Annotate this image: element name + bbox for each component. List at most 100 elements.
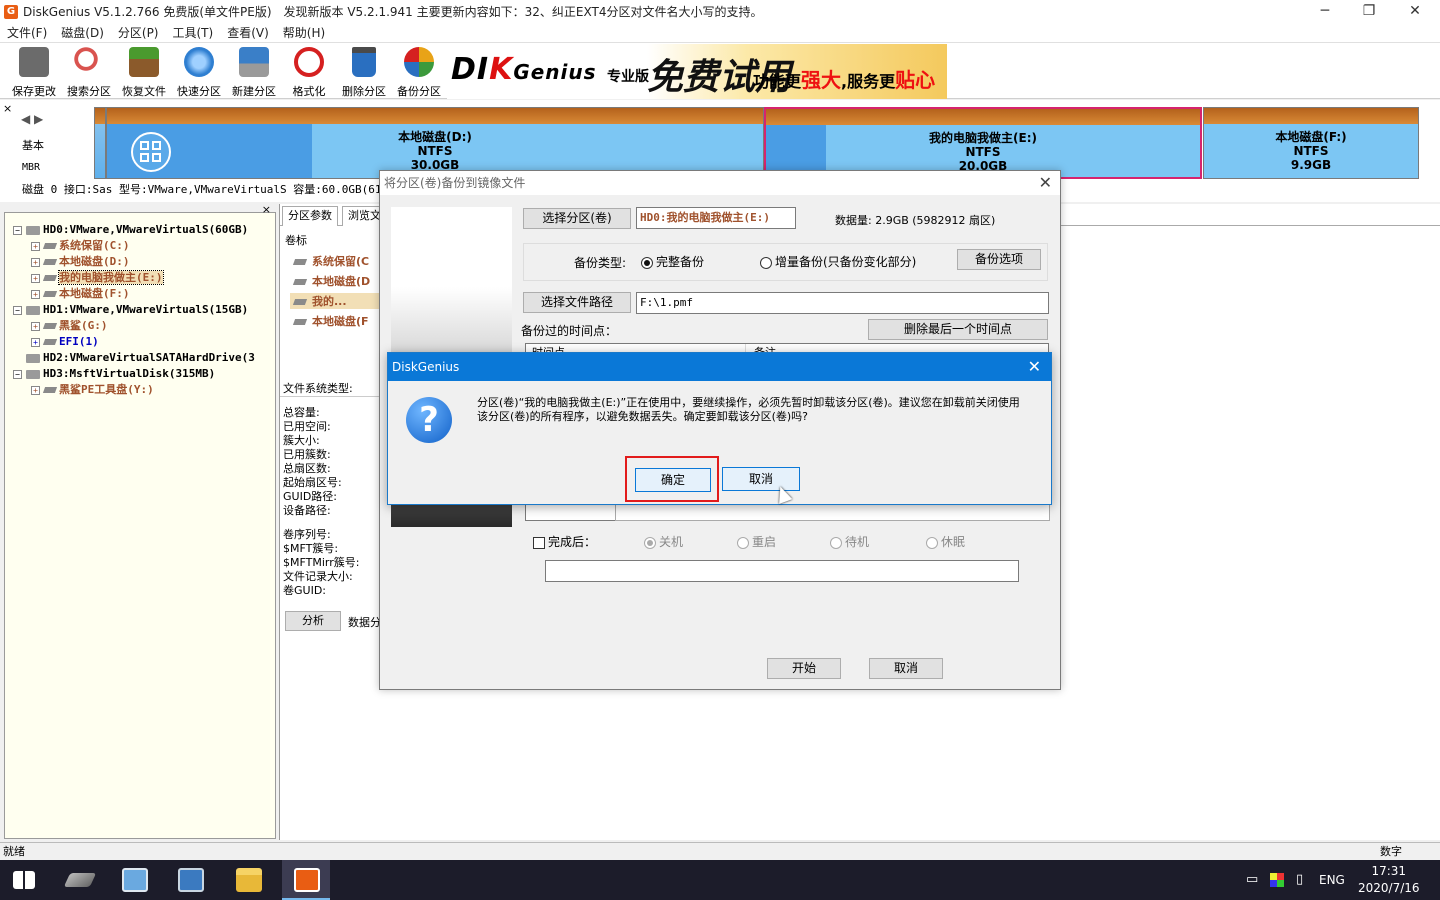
list-item[interactable]: 系统保留(C xyxy=(292,253,369,269)
backup-options-button[interactable]: 备份选项 xyxy=(957,249,1041,270)
save-changes-button[interactable]: 保存更改 xyxy=(7,47,61,99)
delete-partition-icon xyxy=(352,47,376,77)
delete-last-timepoint-button[interactable]: 删除最后一个时间点 xyxy=(868,319,1048,340)
disk-map-close-button[interactable]: × xyxy=(3,102,12,115)
edition-label: 专业版 xyxy=(607,69,649,85)
disk-nav-arrows-icon[interactable]: ◀ ▶ xyxy=(21,112,43,126)
close-button[interactable]: ✕ xyxy=(1392,0,1438,23)
tree-item-local-f[interactable]: + 本地磁盘(F:) xyxy=(31,286,130,302)
recover-icon xyxy=(129,47,159,77)
partition-block-e[interactable]: 我的电脑我做主(E:) NTFS 20.0GB xyxy=(764,107,1202,179)
confirm-unmount-dialog: DiskGenius ✕ ? 分区(卷)“我的电脑我做主(E:)”正在使用中，要… xyxy=(387,352,1052,505)
search-partition-button[interactable]: 搜索分区 xyxy=(62,47,116,99)
color-tray-icon[interactable] xyxy=(1270,873,1284,887)
update-notice[interactable]: 发现新版本 V5.2.1.941 主要更新内容如下：32、纠正EXT4分区对文件… xyxy=(284,3,763,20)
brand-logo: DIKGenius xyxy=(451,52,597,87)
partition-icon xyxy=(42,243,58,249)
menu-file[interactable]: 文件(F) xyxy=(0,24,54,41)
shutdown-radio[interactable]: 关机 xyxy=(644,533,683,550)
backup-dialog-title: 将分区(卷)备份到镜像文件 xyxy=(380,171,1060,195)
quick-partition-button[interactable]: 快速分区 xyxy=(172,47,226,99)
search-icon xyxy=(74,47,104,77)
partition-block-system-reserved[interactable] xyxy=(94,107,106,179)
status-ready: 就绪 xyxy=(3,845,25,858)
list-item[interactable]: 本地磁盘(D xyxy=(292,273,370,289)
restart-radio[interactable]: 重启 xyxy=(737,533,776,550)
taskbar-file-explorer[interactable] xyxy=(224,860,272,900)
partition-icon xyxy=(292,279,308,285)
data-size-label: 数据量: 2.9GB (5982912 扇区) xyxy=(835,214,996,227)
promo-banner[interactable]: DIKGenius 专业版 免费试用 功能更强大,服务更贴心 xyxy=(447,44,947,99)
data-distribution-label: 数据分 xyxy=(348,616,381,629)
hibernate-radio[interactable]: 休眠 xyxy=(926,533,965,550)
disk-selector: × ◀ ▶ 基本 MBR xyxy=(0,100,94,180)
tree-item-local-d[interactable]: + 本地磁盘(D:) xyxy=(31,254,130,270)
partition-block-d[interactable]: 本地磁盘(D:) NTFS 30.0GB xyxy=(106,107,764,179)
start-button[interactable] xyxy=(0,860,48,900)
tree-item-hd0[interactable]: − HD0:VMware,VMwareVirtualS(60GB) xyxy=(13,222,248,238)
app-logo-icon: G xyxy=(4,4,18,19)
tree-item-efi[interactable]: + EFI(1) xyxy=(31,334,99,350)
taskbar-diskgenius[interactable] xyxy=(282,860,330,900)
select-partition-button[interactable]: 选择分区(卷) xyxy=(523,208,631,229)
restore-button[interactable]: ❐ xyxy=(1346,0,1392,23)
system-clock[interactable]: 17:31 2020/7/16 xyxy=(1358,863,1420,897)
tree-item-system-reserved[interactable]: + 系统保留(C:) xyxy=(31,238,130,254)
partition-block-f[interactable]: 本地磁盘(F:) NTFS 9.9GB xyxy=(1203,107,1419,179)
tree-item-pe-y[interactable]: + 黑鲨PE工具盘(Y:) xyxy=(31,382,154,398)
standby-radio[interactable]: 待机 xyxy=(830,533,869,550)
partition-icon xyxy=(42,291,58,297)
minimize-button[interactable]: ─ xyxy=(1302,0,1348,23)
menu-help[interactable]: 帮助(H) xyxy=(276,24,332,41)
window-title: DiskGenius V5.1.2.766 免费版(单文件PE版) xyxy=(23,5,272,19)
menu-tools[interactable]: 工具(T) xyxy=(166,24,221,41)
after-complete-checkbox[interactable]: 完成后： xyxy=(533,533,596,550)
file-path-input[interactable]: F:\1.pmf xyxy=(636,292,1049,314)
backup-partition-button[interactable]: 备份分区 xyxy=(392,47,446,99)
analyze-button[interactable]: 分析 xyxy=(285,611,341,631)
start-button[interactable]: 开始 xyxy=(767,658,841,679)
tree-item-local-e[interactable]: + 我的电脑我做主(E:) xyxy=(31,270,164,286)
tree-item-hd1[interactable]: − HD1:VMware,VMwareVirtualS(15GB) xyxy=(13,302,248,318)
incremental-backup-radio[interactable]: 增量备份(只备份变化部分) xyxy=(760,253,916,270)
taskbar-disk-tool[interactable] xyxy=(55,860,103,900)
title-bar: G DiskGenius V5.1.2.766 免费版(单文件PE版) 发现新版… xyxy=(0,0,1440,23)
language-indicator[interactable]: ENG xyxy=(1319,860,1345,900)
ok-button-highlight: 确定 xyxy=(625,456,719,502)
select-file-path-button[interactable]: 选择文件路径 xyxy=(523,292,631,313)
folder-icon xyxy=(236,868,262,892)
disk-type-label: 基本 xyxy=(22,139,44,152)
backup-cancel-button[interactable]: 取消 xyxy=(869,658,943,679)
partition-style-label: MBR xyxy=(22,162,41,173)
list-item[interactable]: 本地磁盘(F xyxy=(292,313,369,329)
partition-icon xyxy=(42,259,58,265)
tree-close-button[interactable]: × xyxy=(262,203,271,216)
partition-icon xyxy=(42,323,58,329)
partition-icon xyxy=(42,387,58,393)
confirm-dialog-close-button[interactable]: ✕ xyxy=(1028,353,1041,381)
tab-partition-params[interactable]: 分区参数 xyxy=(282,206,338,226)
menu-partition[interactable]: 分区(P) xyxy=(111,24,166,41)
usb-tray-icon[interactable]: ▯ xyxy=(1296,860,1303,900)
slogan: 功能更强大,服务更贴心 xyxy=(753,68,936,92)
tree-item-heisha-g[interactable]: + 黑鲨(G:) xyxy=(31,318,108,334)
delete-partition-button[interactable]: 删除分区 xyxy=(337,47,391,99)
format-button[interactable]: 格式化 xyxy=(282,47,336,99)
menu-view[interactable]: 查看(V) xyxy=(220,24,276,41)
ok-button[interactable]: 确定 xyxy=(635,468,711,492)
disk-tool-icon xyxy=(63,873,97,887)
confirm-message: 分区(卷)“我的电脑我做主(E:)”正在使用中，要继续操作，必须先暂时卸载该分区… xyxy=(477,396,1020,423)
recover-files-button[interactable]: 恢复文件 xyxy=(117,47,171,99)
tree-item-hd2[interactable]: +HD2:VMwareVirtualSATAHardDrive(3 xyxy=(13,350,255,366)
new-partition-button[interactable]: 新建分区 xyxy=(227,47,281,99)
network-tray-icon[interactable]: ▭ xyxy=(1246,860,1258,900)
menu-disk[interactable]: 磁盘(D) xyxy=(54,24,111,41)
full-backup-radio[interactable]: 完整备份 xyxy=(641,253,704,270)
taskbar-computer[interactable] xyxy=(110,860,158,900)
tree-item-hd3[interactable]: − HD3:MsftVirtualDisk(315MB) xyxy=(13,366,215,382)
backup-dialog-close-button[interactable]: ✕ xyxy=(1039,173,1052,192)
taskbar-network-computer[interactable] xyxy=(166,860,214,900)
volume-label-header: 卷标 xyxy=(285,234,307,247)
list-item[interactable]: 我的... xyxy=(290,293,380,309)
disk-map: × ◀ ▶ 基本 MBR 本地磁盘(D:) NTFS 30.0GB 我的电脑我做… xyxy=(0,100,1440,180)
